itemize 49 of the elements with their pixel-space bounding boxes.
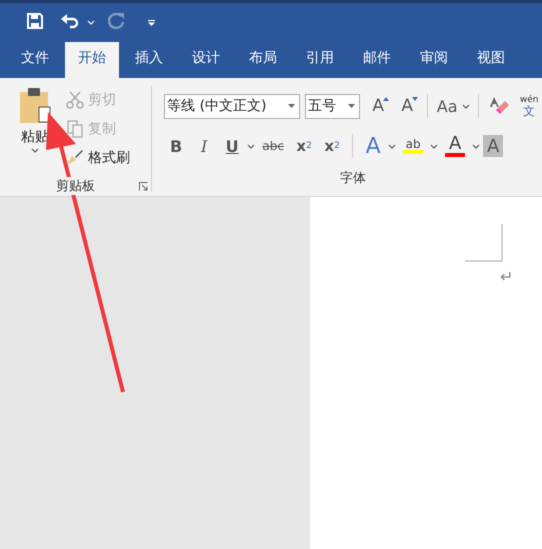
group-label: 剪贴板 [56, 177, 96, 195]
shrink-font-button[interactable]: A [394, 94, 420, 118]
ribbon-tab[interactable]: 布局 [236, 42, 290, 78]
ribbon-tab[interactable]: 审阅 [407, 42, 461, 78]
ribbon-tab[interactable]: 开始 [65, 42, 119, 78]
clipboard-command[interactable]: 格式刷 [64, 146, 132, 170]
group-label: 字体 [340, 170, 366, 187]
caret-icon [462, 104, 470, 108]
eraser-icon[interactable] [490, 96, 510, 116]
ribbon-tab[interactable]: 设计 [179, 42, 233, 78]
caret-icon [31, 148, 39, 153]
grow-font-button[interactable]: A [365, 94, 392, 118]
ribbon-tab[interactable]: 文件 [8, 42, 62, 78]
scissors-icon [66, 91, 84, 109]
undo-icon[interactable] [60, 12, 80, 30]
up-triangle-icon [383, 97, 390, 101]
font-size-field[interactable]: 五号 [305, 94, 360, 118]
bold-button[interactable]: B [164, 133, 188, 159]
redo-icon [108, 12, 126, 30]
margin-corner-mark [465, 224, 503, 262]
strikethrough-button[interactable]: abc [258, 133, 288, 159]
caret-icon[interactable] [430, 144, 438, 148]
phonetic-guide-button[interactable]: wén 文 [517, 96, 542, 116]
brush-icon [66, 149, 84, 167]
change-case-button[interactable]: Aa [435, 96, 472, 116]
caret-icon[interactable] [472, 144, 480, 148]
caret-icon[interactable] [247, 144, 256, 148]
font-name-field[interactable]: 等线 (中文正文) [164, 94, 300, 118]
clipboard-icon [19, 86, 51, 124]
dialog-launcher-icon[interactable] [139, 182, 148, 191]
ribbon-tab[interactable]: 插入 [122, 42, 176, 78]
underline-button[interactable]: U [220, 133, 244, 159]
font-color-button[interactable]: A [441, 133, 470, 159]
highlight-button[interactable]: ab [399, 133, 428, 159]
italic-button[interactable]: I [192, 133, 216, 159]
text-effects-button[interactable]: A [361, 133, 386, 159]
caret-icon[interactable] [388, 144, 396, 148]
character-shading-button[interactable]: A [483, 135, 504, 157]
dropdown-icon [348, 104, 356, 108]
ribbon-tab[interactable]: 邮件 [350, 42, 404, 78]
paragraph-mark: ↵ [500, 267, 514, 286]
ribbon-tab[interactable]: 视图 [464, 42, 518, 78]
script-button[interactable]: x$^{2}$ [320, 133, 344, 159]
ribbon-tab[interactable]: 引用 [293, 42, 347, 78]
customize-icon[interactable] [148, 20, 155, 26]
dropdown-icon [288, 104, 296, 108]
save-icon[interactable] [26, 12, 44, 30]
copy-icon [66, 120, 84, 138]
down-triangle-icon [412, 97, 418, 101]
